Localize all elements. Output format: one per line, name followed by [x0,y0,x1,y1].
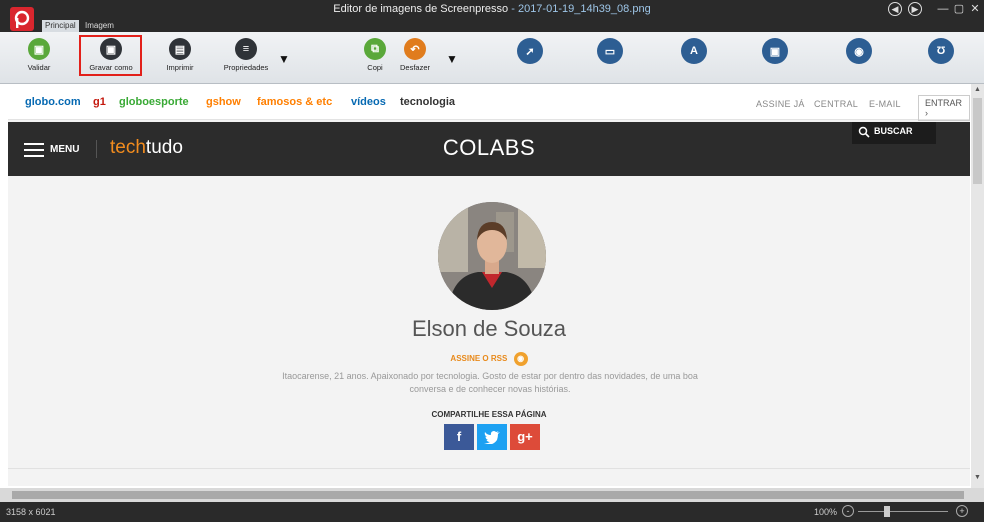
save-icon: ▣ [28,38,50,60]
ribbon-tabs: Principal Imagem [0,20,984,32]
screenpresso-editor-window: Editor de imagens de Screenpresso - 2017… [0,0,984,522]
properties-button[interactable]: ≡ Propriedades [218,38,274,78]
validate-button[interactable]: ▣ Validar [20,38,58,78]
arrow-tool-icon: ➚ [517,38,543,64]
profile-name: Elson de Souza [411,316,567,341]
close-icon[interactable]: ✕ [968,2,982,16]
techtudo-header: MENU techtudo COLABS BUSCAR [8,122,970,176]
maximize-icon[interactable]: ▢ [952,2,966,16]
minimize-icon[interactable]: — [936,2,950,16]
text-tool-button[interactable]: A [681,38,707,78]
search-label: BUSCAR [874,126,913,136]
zoom-in-icon[interactable]: + [956,505,968,517]
text-tool-icon: A [681,38,707,64]
copy-button[interactable]: ⧉ Copi [364,38,386,78]
rss-icon: ◉ [513,352,528,366]
scroll-up-icon[interactable]: ▲ [971,86,984,93]
zoom-slider[interactable] [858,511,948,512]
content-divider [8,468,970,469]
arrow-tool-button[interactable]: ➚ [517,38,543,78]
link-gshow: gshow [206,96,241,108]
googleplus-share-icon: g+ [510,424,540,450]
rss-subscribe: ASSINE O RSS ◉ [8,352,970,366]
save-as-highlight-box [79,35,142,76]
callout-tool-icon: ▣ [762,38,788,64]
tab-principal[interactable]: Principal [42,20,79,32]
profile-bio: Itaocarense, 21 anos. Apaixonado por tec… [282,371,698,394]
copy-icon: ⧉ [364,38,386,60]
tab-imagem[interactable]: Imagem [82,20,117,32]
search-icon [858,126,870,138]
enter-button: ENTRAR › [918,95,970,121]
back-icon[interactable]: ◀ [888,2,902,16]
link-famosos: famosos & etc [257,96,333,108]
twitter-share-icon [477,424,507,450]
validate-label: Validar [27,63,51,72]
magnet-tool-icon: Ʊ [928,38,954,64]
zoom-out-icon[interactable]: - [842,505,854,517]
scroll-down-icon[interactable]: ▼ [971,474,984,481]
rectangle-tool-button[interactable]: ▭ [597,38,623,78]
image-canvas[interactable]: globo.com g1 globoesporte gshow famosos … [0,84,984,502]
undo-label: Desfazer [399,63,430,72]
ribbon-toolbar: ▣ Validar ▣ Gravar como ▤ Imprimir ≡ Pro… [0,32,984,84]
vertical-scrollbar[interactable]: ▲ ▼ [971,84,984,488]
rectangle-tool-icon: ▭ [597,38,623,64]
captured-webpage: globo.com g1 globoesporte gshow famosos … [8,86,970,486]
link-tecnologia: tecnologia [400,96,456,108]
profile-avatar [438,202,546,310]
link-central: CENTRAL [814,99,859,109]
print-button[interactable]: ▤ Imprimir [158,38,202,78]
zoom-level: 100% [814,507,838,517]
link-globoesporte: globoesporte [119,96,189,108]
share-label: COMPARTILHE ESSA PÁGINA [431,410,547,419]
link-email: E-MAIL [869,99,901,109]
link-videos: vídeos [351,96,386,108]
status-bar: 3158 x 6021 100% - + [0,502,984,522]
link-assine: ASSINE JÁ [756,99,805,109]
globo-network-bar: globo.com g1 globoesporte gshow famosos … [8,86,970,121]
image-dimensions: 3158 x 6021 [6,507,56,517]
link-g1: g1 [93,96,106,108]
print-label: Imprimir [166,63,194,72]
magnet-tool-button[interactable]: Ʊ [928,38,954,78]
window-title: Editor de imagens de Screenpresso - 2017… [0,3,984,15]
screenpresso-logo-icon[interactable] [10,7,34,31]
printer-icon: ▤ [169,38,191,60]
undo-icon: ↶ [404,38,426,60]
highlight-tool-button[interactable]: ◉ [846,38,872,78]
link-globo: globo.com [25,96,81,108]
list-icon: ≡ [235,38,257,60]
zoom-slider-thumb[interactable] [884,506,890,517]
properties-dropdown-icon[interactable]: ▼ [278,52,290,66]
properties-label: Propriedades [223,63,269,72]
search-button: BUSCAR [852,122,936,144]
vertical-scroll-thumb[interactable] [973,98,982,184]
undo-button[interactable]: ↶ Desfazer [394,38,436,78]
horizontal-scrollbar[interactable] [0,488,984,502]
undo-dropdown-icon[interactable]: ▼ [446,52,458,66]
rss-label: ASSINE O RSS [450,354,508,364]
facebook-share-icon: f [444,424,474,450]
highlight-tool-icon: ◉ [846,38,872,64]
copy-label: Copi [367,63,383,72]
horizontal-scroll-thumb[interactable] [12,491,964,499]
callout-tool-button[interactable]: ▣ [762,38,788,78]
section-title: COLABS [442,135,536,160]
window-title-file: - 2017-01-19_14h39_08.png [511,3,651,15]
window-title-app: Editor de imagens de Screenpresso [333,3,509,15]
title-bar: Editor de imagens de Screenpresso - 2017… [0,0,984,20]
forward-icon[interactable]: ▶ [908,2,922,16]
